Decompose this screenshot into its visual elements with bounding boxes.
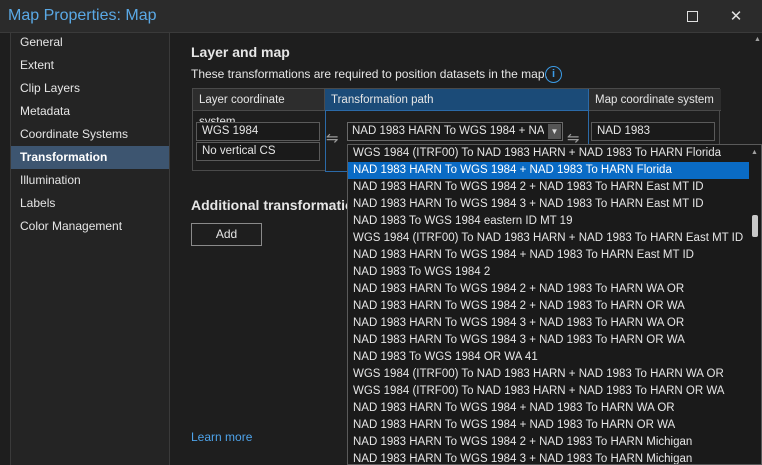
dropdown-item[interactable]: NAD 1983 HARN To WGS 1984 + NAD 1983 To … (348, 400, 761, 417)
dropdown-item[interactable]: WGS 1984 (ITRF00) To NAD 1983 HARN + NAD… (348, 383, 761, 400)
sidebar-item-illumination[interactable]: Illumination (11, 169, 169, 192)
dropdown-item[interactable]: NAD 1983 HARN To WGS 1984 2 + NAD 1983 T… (348, 281, 761, 298)
dropdown-item[interactable]: NAD 1983 HARN To WGS 1984 2 + NAD 1983 T… (348, 298, 761, 315)
column-header-map-cs: Map coordinate system (589, 89, 721, 111)
dropdown-item[interactable]: NAD 1983 To WGS 1984 eastern ID MT 19 (348, 213, 761, 230)
window-title: Map Properties: Map (8, 7, 157, 24)
chevron-down-icon[interactable]: ▼ (548, 124, 561, 139)
dropdown-item[interactable]: NAD 1983 HARN To WGS 1984 + NAD 1983 To … (348, 247, 761, 264)
add-button[interactable]: Add (191, 223, 262, 246)
dropdown-item[interactable]: NAD 1983 HARN To WGS 1984 3 + NAD 1983 T… (348, 315, 761, 332)
sidebar-nav: General Extent Clip Layers Metadata Coordina… (10, 33, 170, 465)
scroll-up-icon[interactable]: ▲ (751, 149, 758, 156)
dropdown-scrollbar[interactable]: ▲ (749, 145, 761, 464)
maximize-icon (686, 10, 698, 22)
dropdown-item[interactable]: NAD 1983 HARN To WGS 1984 + NAD 1983 To … (348, 417, 761, 434)
sidebar-item-color-management[interactable]: Color Management (11, 215, 169, 238)
sidebar-item-metadata[interactable]: Metadata (11, 100, 169, 123)
maximize-button[interactable] (679, 4, 705, 28)
column-header-layer-cs: Layer coordinate system (193, 89, 325, 128)
transformation-combobox[interactable]: NAD 1983 HARN To WGS 1984 + NAD 1983 To … (347, 122, 563, 141)
scroll-up-icon[interactable]: ▲ (754, 36, 761, 43)
dropdown-items: WGS 1984 (ITRF00) To NAD 1983 HARN + NAD… (348, 145, 761, 464)
dropdown-item[interactable]: NAD 1983 To WGS 1984 2 (348, 264, 761, 281)
map-cs-field: NAD 1983 (591, 122, 715, 141)
dropdown-scroll-thumb[interactable] (752, 215, 758, 237)
dropdown-item[interactable]: NAD 1983 HARN To WGS 1984 2 + NAD 1983 T… (348, 434, 761, 451)
dropdown-item[interactable]: NAD 1983 HARN To WGS 1984 + NAD 1983 To … (348, 162, 761, 179)
learn-more-link[interactable]: Learn more (191, 430, 252, 444)
sidebar-item-extent[interactable]: Extent (11, 54, 169, 77)
close-button[interactable]: ✕ (723, 4, 749, 28)
layer-vcs-field: No vertical CS (196, 142, 320, 161)
column-header-transformation-path: Transformation path (325, 89, 589, 111)
close-icon: ✕ (729, 7, 743, 25)
swap-arrows-icon: ⇋ (326, 130, 339, 147)
sidebar-item-labels[interactable]: Labels (11, 192, 169, 215)
sidebar-item-coordinate-systems[interactable]: Coordinate Systems (11, 123, 169, 146)
transformation-combobox-value: NAD 1983 HARN To WGS 1984 + NAD 1983 To … (352, 125, 544, 137)
dropdown-item[interactable]: WGS 1984 (ITRF00) To NAD 1983 HARN + NAD… (348, 366, 761, 383)
sidebar-item-transformation[interactable]: Transformation (11, 146, 169, 169)
layer-cs-field: WGS 1984 (196, 122, 320, 141)
dropdown-item[interactable]: NAD 1983 HARN To WGS 1984 3 + NAD 1983 T… (348, 332, 761, 349)
title-bar: Map Properties: Map ✕ (0, 0, 762, 33)
section-title: Layer and map (191, 44, 290, 60)
transformation-dropdown-list: WGS 1984 (ITRF00) To NAD 1983 HARN + NAD… (347, 144, 762, 465)
dropdown-item[interactable]: WGS 1984 (ITRF00) To NAD 1983 HARN + NAD… (348, 230, 761, 247)
sidebar-item-clip-layers[interactable]: Clip Layers (11, 77, 169, 100)
dropdown-item[interactable]: NAD 1983 HARN To WGS 1984 3 + NAD 1983 T… (348, 451, 761, 464)
dropdown-item[interactable]: NAD 1983 HARN To WGS 1984 3 + NAD 1983 T… (348, 196, 761, 213)
info-icon[interactable]: i (545, 66, 562, 83)
dropdown-item[interactable]: WGS 1984 (ITRF00) To NAD 1983 HARN + NAD… (348, 145, 761, 162)
sidebar-item-general[interactable]: General (11, 31, 169, 54)
additional-transformations-title: Additional transformations (191, 197, 370, 213)
dropdown-item[interactable]: NAD 1983 To WGS 1984 OR WA 41 (348, 349, 761, 366)
dropdown-item[interactable]: NAD 1983 HARN To WGS 1984 2 + NAD 1983 T… (348, 179, 761, 196)
section-description: These transformations are required to po… (191, 67, 548, 81)
